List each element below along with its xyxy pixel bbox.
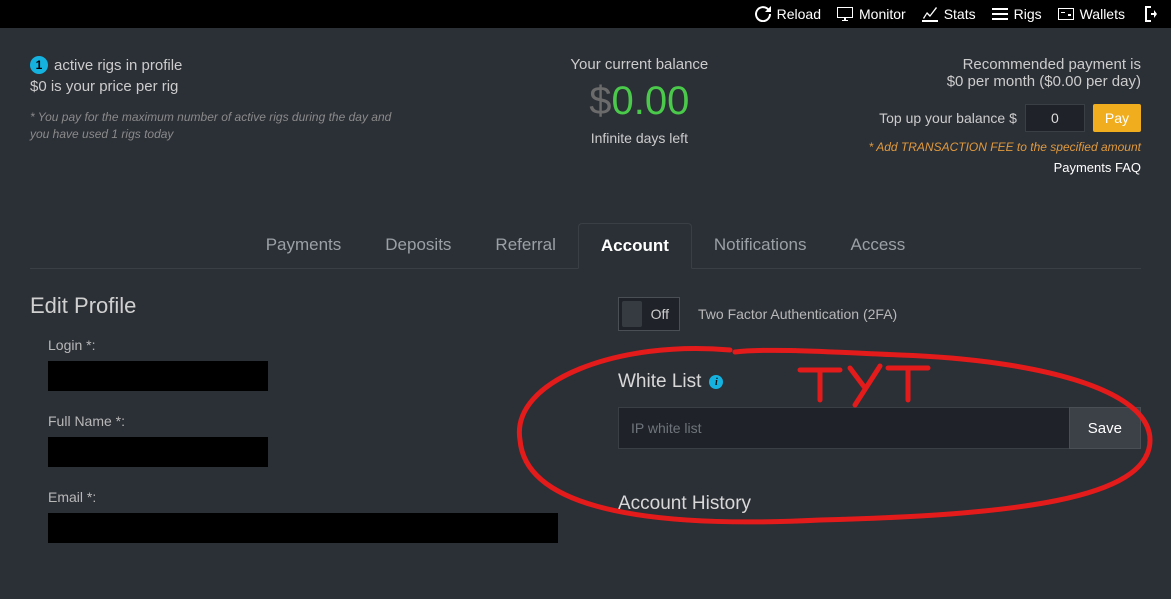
- active-rigs-label: active rigs in profile: [54, 57, 182, 74]
- balance-label: Your current balance: [570, 56, 708, 73]
- tfa-toggle-label: Off: [651, 306, 669, 322]
- login-group: Login *:: [30, 337, 558, 391]
- nav-wallets[interactable]: Wallets: [1058, 6, 1125, 22]
- pay-button[interactable]: Pay: [1093, 104, 1141, 132]
- tab-referral[interactable]: Referral: [473, 223, 577, 268]
- topup-input[interactable]: [1025, 104, 1085, 132]
- content: 1 active rigs in profile $0 is your pric…: [0, 28, 1171, 565]
- summary-center: Your current balance $0.00 Infinite days…: [570, 56, 708, 146]
- payments-faq-link[interactable]: Payments FAQ: [869, 160, 1141, 175]
- whitelist-heading-text: White List: [618, 371, 701, 393]
- tab-notifications[interactable]: Notifications: [692, 223, 829, 268]
- fullname-input[interactable]: [48, 437, 268, 467]
- top-nav: Reload Monitor Stats Rigs Wallets: [755, 6, 1157, 22]
- recommended-label: Recommended payment is: [869, 56, 1141, 73]
- nav-reload-label: Reload: [777, 6, 821, 22]
- email-input[interactable]: [48, 513, 558, 543]
- wallets-icon: [1058, 6, 1074, 22]
- email-label: Email *:: [48, 489, 558, 505]
- whitelist-row: Save: [618, 407, 1141, 449]
- account-history-text: Account History: [618, 493, 751, 515]
- balance-value: 0.00: [612, 79, 690, 123]
- login-label: Login *:: [48, 337, 558, 353]
- login-input[interactable]: [48, 361, 268, 391]
- tfa-row: Off Two Factor Authentication (2FA): [618, 297, 1141, 331]
- whitelist-heading: White List i: [618, 371, 1141, 393]
- rigs-icon: [992, 6, 1008, 22]
- tab-access[interactable]: Access: [829, 223, 928, 268]
- save-button[interactable]: Save: [1069, 407, 1141, 449]
- days-left: Infinite days left: [570, 130, 708, 146]
- topup-row: Top up your balance $ Pay: [869, 104, 1141, 132]
- nav-monitor[interactable]: Monitor: [837, 6, 906, 22]
- account-history-heading: Account History: [618, 493, 1141, 515]
- logout-icon: [1141, 6, 1157, 22]
- stats-icon: [922, 6, 938, 22]
- nav-logout[interactable]: [1141, 6, 1157, 22]
- fee-note: * Add TRANSACTION FEE to the specified a…: [869, 140, 1141, 154]
- security-column: Off Two Factor Authentication (2FA) Whit…: [618, 293, 1141, 565]
- whitelist-input[interactable]: [618, 407, 1069, 449]
- tabs: Payments Deposits Referral Account Notif…: [30, 223, 1141, 269]
- nav-stats-label: Stats: [944, 6, 976, 22]
- nav-monitor-label: Monitor: [859, 6, 906, 22]
- tfa-toggle[interactable]: Off: [618, 297, 680, 331]
- fullname-group: Full Name *:: [30, 413, 558, 467]
- tfa-description: Two Factor Authentication (2FA): [698, 306, 897, 322]
- summary-left: 1 active rigs in profile $0 is your pric…: [30, 56, 410, 143]
- fullname-label: Full Name *:: [48, 413, 558, 429]
- monitor-icon: [837, 6, 853, 22]
- tab-payments[interactable]: Payments: [244, 223, 364, 268]
- edit-profile-column: Edit Profile Login *: Full Name *: Email…: [30, 293, 558, 565]
- reload-icon: [755, 6, 771, 22]
- account-panel: Edit Profile Login *: Full Name *: Email…: [30, 293, 1141, 565]
- nav-stats[interactable]: Stats: [922, 6, 976, 22]
- nav-rigs-label: Rigs: [1014, 6, 1042, 22]
- nav-rigs[interactable]: Rigs: [992, 6, 1042, 22]
- top-bar: Reload Monitor Stats Rigs Wallets: [0, 0, 1171, 28]
- tab-deposits[interactable]: Deposits: [363, 223, 473, 268]
- edit-profile-heading: Edit Profile: [30, 293, 558, 319]
- balance-currency: $: [589, 79, 611, 123]
- logo: [8, 3, 188, 25]
- email-group: Email *:: [30, 489, 558, 543]
- price-per-rig: $0 is your price per rig: [30, 78, 410, 95]
- usage-fineprint: * You pay for the maximum number of acti…: [30, 109, 410, 143]
- active-rigs-count: 1: [30, 56, 48, 74]
- tab-account[interactable]: Account: [578, 223, 692, 269]
- balance-amount: $0.00: [570, 79, 708, 124]
- nav-reload[interactable]: Reload: [755, 6, 821, 22]
- active-rigs-line: 1 active rigs in profile: [30, 56, 410, 74]
- info-icon[interactable]: i: [709, 375, 723, 389]
- nav-wallets-label: Wallets: [1080, 6, 1125, 22]
- recommended-value: $0 per month ($0.00 per day): [869, 73, 1141, 90]
- topup-label: Top up your balance $: [879, 110, 1017, 126]
- summary-right: Recommended payment is $0 per month ($0.…: [869, 56, 1141, 175]
- summary-row: 1 active rigs in profile $0 is your pric…: [30, 56, 1141, 175]
